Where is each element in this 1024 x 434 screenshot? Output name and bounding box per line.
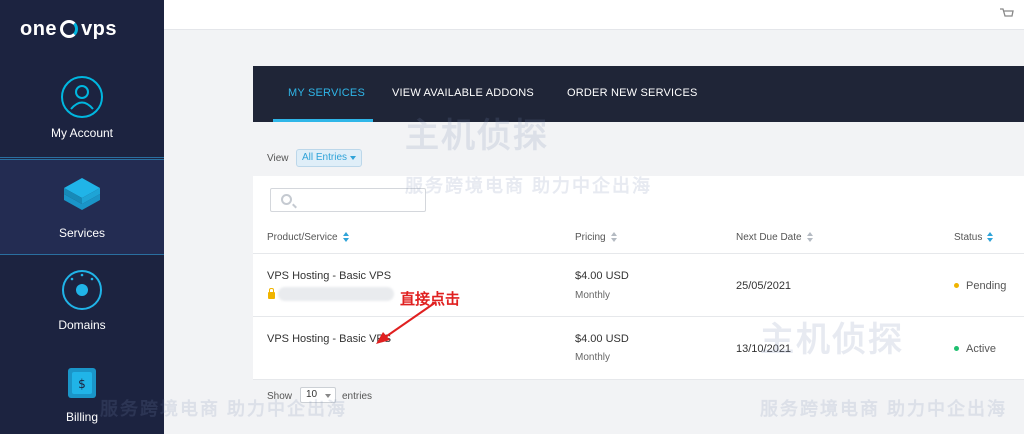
- row-billing-cycle: Monthly: [575, 352, 611, 363]
- cart-icon[interactable]: [1000, 8, 1014, 18]
- search-icon: [281, 194, 292, 205]
- column-header-pricing[interactable]: Pricing: [575, 232, 617, 243]
- logo-text-left: one: [20, 17, 58, 40]
- row-price: $4.00 USD: [575, 333, 629, 345]
- column-header-next-due-date[interactable]: Next Due Date: [736, 232, 813, 243]
- header-label: Product/Service: [267, 232, 338, 243]
- tab-order-new-services[interactable]: ORDER NEW SERVICES: [567, 87, 698, 99]
- globe-icon: [62, 270, 102, 310]
- sort-icon: [610, 232, 617, 243]
- status-badge: Active: [966, 343, 996, 355]
- watermark-logo-text: 主机侦探: [405, 117, 549, 155]
- watermark-logo-text: 主机侦探: [760, 321, 904, 359]
- sidebar-item-label: My Account: [50, 126, 114, 140]
- row-billing-cycle: Monthly: [575, 290, 611, 301]
- status-dot-active: [954, 346, 959, 351]
- sidebar-item-my-account[interactable]: My Account: [0, 62, 164, 158]
- svg-text:$: $: [78, 377, 86, 391]
- sidebar-item-label: Domains: [58, 318, 106, 332]
- view-label: View: [267, 153, 289, 164]
- row-due-date: 25/05/2021: [736, 280, 792, 292]
- sidebar-item-domains[interactable]: Domains: [0, 258, 164, 338]
- user-icon: [61, 76, 103, 118]
- divider: [253, 253, 1024, 254]
- status-dot-pending: [954, 283, 959, 288]
- sort-icon: [806, 232, 813, 243]
- lock-icon: [268, 288, 275, 299]
- logo-text-right: vps: [81, 17, 118, 40]
- row-price: $4.00 USD: [575, 270, 629, 282]
- divider: [253, 316, 1024, 317]
- logo-ring-icon: [60, 20, 79, 38]
- sidebar-item-label: Services: [58, 226, 105, 240]
- status-badge: Pending: [966, 280, 1007, 292]
- divider: [253, 379, 1024, 380]
- header-label: Status: [954, 232, 983, 243]
- header-label: Pricing: [575, 232, 606, 243]
- tab-view-available-addons[interactable]: VIEW AVAILABLE ADDONS: [392, 87, 534, 99]
- annotation-arrow-icon: [376, 301, 437, 344]
- stack-icon: [64, 178, 100, 210]
- top-bar: [164, 0, 1024, 30]
- row-product[interactable]: VPS Hosting - Basic VPS: [267, 270, 391, 282]
- header-label: Next Due Date: [736, 232, 802, 243]
- watermark-slogan: 服务跨境电商 助力中企出海: [100, 399, 347, 419]
- column-header-product[interactable]: Product/Service: [267, 232, 349, 243]
- search-input[interactable]: [270, 188, 426, 212]
- watermark-slogan: 服务跨境电商 助力中企出海: [760, 399, 1007, 419]
- view-filter-select[interactable]: All Entries: [296, 149, 362, 167]
- sort-icon: [987, 232, 994, 243]
- watermark-slogan: 服务跨境电商 助力中企出海: [405, 176, 652, 196]
- sidebar: one vps My Account Services Domains $ Bi…: [0, 0, 164, 434]
- sort-icon: [342, 232, 349, 243]
- view-filter-value: All Entries: [302, 152, 348, 163]
- column-header-status[interactable]: Status: [954, 232, 994, 243]
- brand-logo[interactable]: one vps: [20, 14, 117, 44]
- chevron-down-icon: [350, 156, 356, 160]
- billing-icon: $: [68, 368, 96, 398]
- tab-my-services[interactable]: MY SERVICES: [288, 87, 365, 99]
- sidebar-item-services[interactable]: Services: [0, 159, 164, 255]
